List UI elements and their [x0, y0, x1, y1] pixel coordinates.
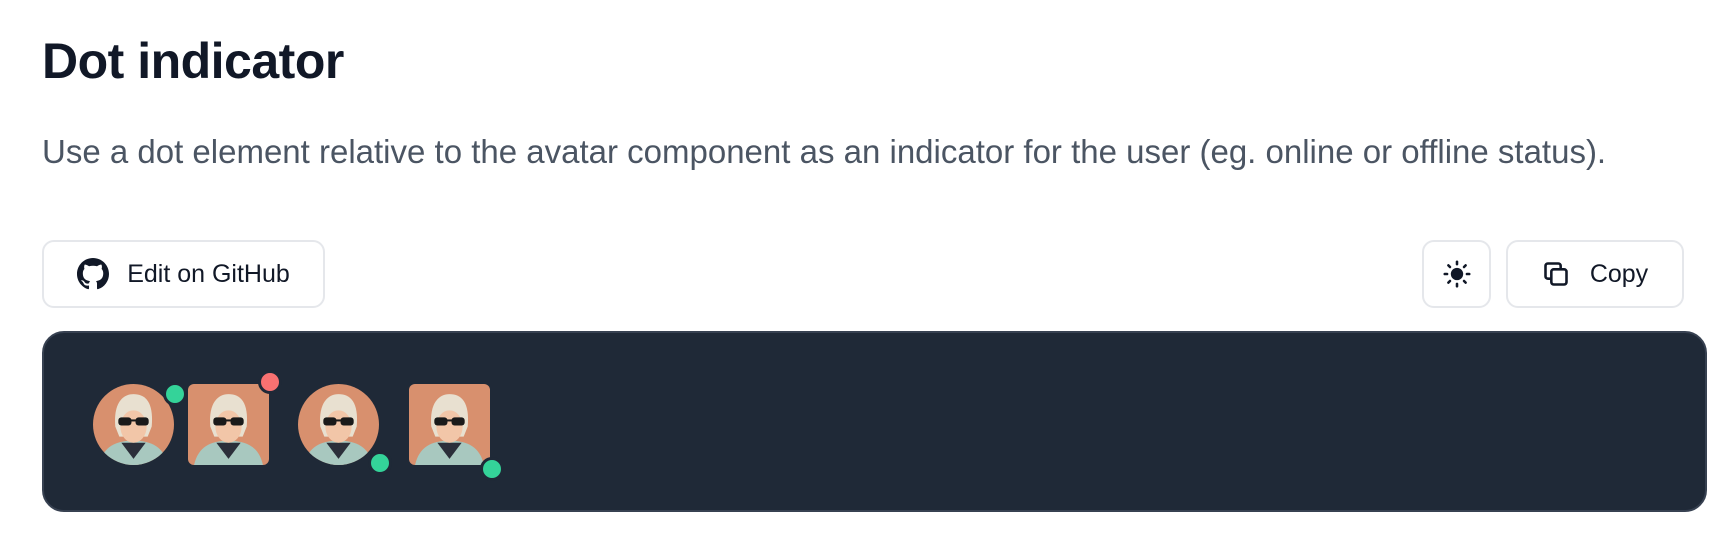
github-icon: [77, 258, 110, 290]
theme-toggle-button[interactable]: [1422, 240, 1491, 308]
edit-on-github-button[interactable]: Edit on GitHub: [42, 240, 325, 308]
status-dot-offline: [258, 370, 282, 394]
preview-panel: [42, 331, 1707, 512]
avatar: [298, 384, 379, 465]
sun-icon: [1442, 260, 1471, 288]
status-dot-online: [163, 382, 187, 406]
avatar: [188, 384, 269, 465]
avatar-container: [188, 370, 282, 465]
status-dot-online: [480, 457, 504, 481]
page: Dot indicator Use a dot element relative…: [0, 0, 1732, 548]
avatar: [93, 384, 174, 465]
avatar-container: [409, 384, 504, 481]
avatar-container: [298, 384, 392, 475]
avatar-container: [93, 382, 187, 465]
copy-icon: [1542, 260, 1570, 288]
edit-on-github-label: Edit on GitHub: [127, 259, 290, 288]
copy-label: Copy: [1589, 259, 1649, 288]
status-dot-online: [368, 451, 392, 475]
copy-button[interactable]: Copy: [1506, 240, 1684, 308]
page-description: Use a dot element relative to the avatar…: [42, 133, 1607, 170]
avatar: [409, 384, 490, 465]
page-title: Dot indicator: [42, 33, 344, 89]
